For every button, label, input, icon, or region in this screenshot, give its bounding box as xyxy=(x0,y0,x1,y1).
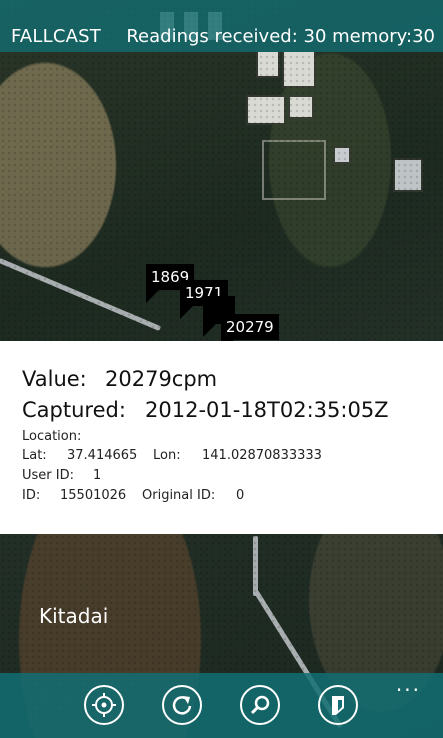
id-value: 15501026 xyxy=(60,488,127,503)
original-id-value: 0 xyxy=(236,488,245,503)
map-building xyxy=(395,160,421,190)
captured-label: Captured: xyxy=(22,398,126,422)
top-status-bar: FALLCAST Readings received: 30 memory:30 xyxy=(0,0,443,52)
user-id-label: User ID: xyxy=(22,468,74,483)
map-building xyxy=(258,52,278,76)
lat-value: 37.414665 xyxy=(67,448,138,463)
map-road xyxy=(253,536,258,596)
map-building xyxy=(335,148,349,162)
refresh-icon xyxy=(172,696,192,715)
readings-status: Readings received: 30 memory:30 xyxy=(126,26,435,47)
marker-label: 20279 xyxy=(226,318,274,336)
filter-icon xyxy=(332,696,344,715)
map-road xyxy=(0,258,162,331)
reading-detail-panel: Value: 20279cpm Captured: 2012-01-18T02:… xyxy=(0,341,443,534)
map-place-label: Kitadai xyxy=(39,604,109,628)
filter-button[interactable] xyxy=(318,685,358,725)
lat-label: Lat: xyxy=(22,448,47,463)
bottom-app-bar: ... xyxy=(0,673,443,738)
original-id-label: Original ID: xyxy=(142,488,216,503)
location-label: Location: xyxy=(22,429,82,444)
search-icon xyxy=(250,695,270,715)
user-id-value: 1 xyxy=(93,468,102,483)
id-label: ID: xyxy=(22,488,41,503)
more-options-button[interactable]: ... xyxy=(396,674,421,694)
map-building xyxy=(248,97,284,123)
app-title: FALLCAST xyxy=(11,26,101,47)
map-lot xyxy=(262,140,326,200)
refresh-button[interactable] xyxy=(162,685,202,725)
lon-label: Lon: xyxy=(153,448,181,463)
lon-value: 141.02870833333 xyxy=(202,448,322,463)
reading-marker-selected[interactable]: 20279 xyxy=(221,314,279,353)
map-building xyxy=(290,97,312,117)
search-button[interactable] xyxy=(240,685,280,725)
locate-button[interactable] xyxy=(84,685,124,725)
map-building xyxy=(284,52,314,86)
captured-text: 2012-01-18T02:35:05Z xyxy=(145,398,389,422)
locate-icon xyxy=(92,693,116,717)
value-label: Value: xyxy=(22,367,87,391)
value-text: 20279cpm xyxy=(105,367,218,391)
